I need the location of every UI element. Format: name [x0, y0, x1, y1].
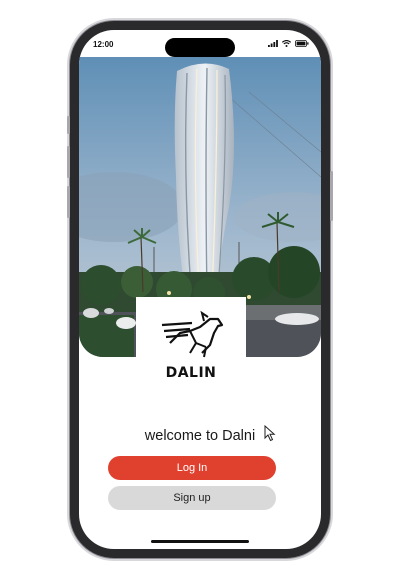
volume-up-button	[67, 146, 70, 178]
phone-frame: 12:00 DALIN welcome to Dalni Log In Sign…	[67, 21, 333, 558]
battery-icon	[295, 40, 309, 47]
signal-icon	[268, 40, 278, 47]
home-indicator	[151, 540, 249, 543]
status-time: 12:00	[93, 40, 114, 49]
wifi-icon	[282, 40, 291, 47]
action-button	[67, 116, 70, 134]
welcome-text: welcome to Dalni	[144, 428, 256, 444]
signup-button[interactable]: Sign up	[108, 486, 276, 510]
login-button[interactable]: Log In	[108, 456, 276, 480]
brand-name: DALIN	[165, 365, 217, 381]
dynamic-island	[165, 38, 235, 57]
app-screen: 12:00 DALIN welcome to Dalni Log In Sign…	[79, 30, 321, 549]
volume-down-button	[67, 186, 70, 218]
winged-horse-logo-icon	[161, 310, 224, 358]
status-bar: 12:00	[79, 30, 321, 57]
power-button	[330, 171, 333, 221]
brand-logo: DALIN	[136, 297, 246, 392]
status-icons	[268, 40, 309, 47]
mouse-pointer-icon	[264, 425, 276, 442]
